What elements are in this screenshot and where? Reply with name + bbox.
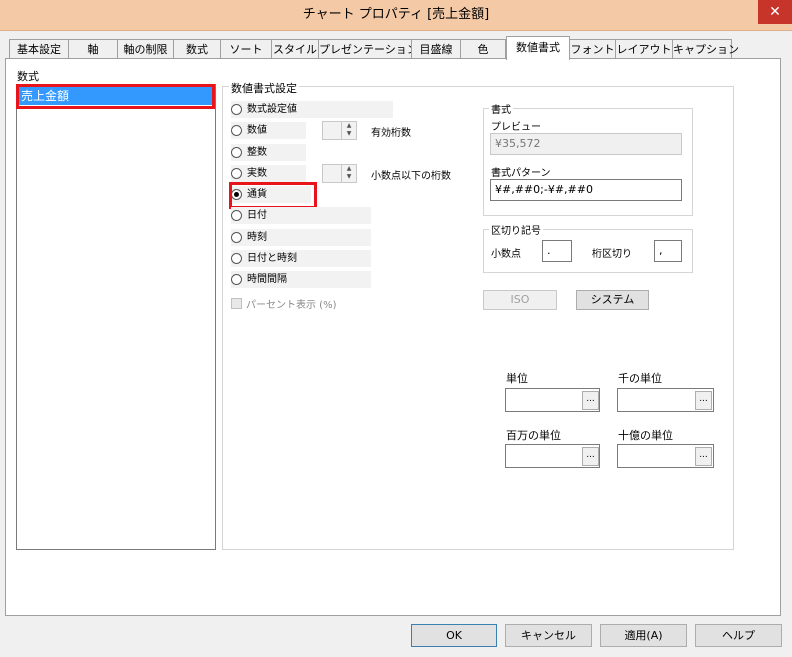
tab-number-format[interactable]: 数値書式 — [506, 36, 570, 60]
radio-integer[interactable]: 整数 — [231, 144, 306, 161]
tab-axis-limits[interactable]: 軸の制限 — [117, 39, 174, 59]
decimal-places-stepper[interactable]: ▲ ▼ — [322, 164, 357, 183]
highlight-box — [16, 84, 215, 109]
decimal-separator-input[interactable]: . — [542, 240, 572, 262]
thousands-separator-label: 桁区切り — [592, 249, 632, 260]
tab-expression[interactable]: 数式 — [173, 39, 221, 59]
highlight-box — [229, 182, 317, 209]
tab-basic-settings[interactable]: 基本設定 — [9, 39, 69, 59]
radio-button[interactable] — [231, 125, 242, 136]
significant-digits-stepper[interactable]: ▲ ▼ — [322, 121, 357, 140]
significant-digits-label: 有効桁数 — [371, 128, 411, 139]
cancel-button[interactable]: キャンセル — [505, 624, 592, 647]
tab-colors[interactable]: 色 — [460, 39, 506, 59]
window-title: チャート プロパティ [売上金額] — [302, 7, 490, 22]
pattern-label: 書式パターン — [491, 168, 551, 179]
decimal-separator-label: 小数点 — [491, 249, 521, 260]
billion-unit-label: 十億の単位 — [618, 429, 673, 442]
thousand-unit-browse-button[interactable]: ... — [695, 391, 712, 410]
radio-button[interactable] — [231, 253, 242, 264]
radio-formula-value[interactable]: 数式設定値 — [231, 101, 393, 118]
apply-button[interactable]: 適用(A) — [600, 624, 687, 647]
close-button[interactable]: ✕ — [758, 0, 792, 24]
tab-layout[interactable]: レイアウト — [615, 39, 673, 59]
expression-list[interactable] — [16, 84, 216, 550]
radio-button[interactable] — [231, 147, 242, 158]
radio-button[interactable] — [231, 232, 242, 243]
iso-button[interactable]: ISO — [483, 290, 557, 310]
tab-font[interactable]: フォント — [569, 39, 616, 59]
radio-interval[interactable]: 時間間隔 — [231, 271, 371, 288]
radio-button[interactable] — [231, 210, 242, 221]
expression-list-label: 数式 — [17, 70, 39, 83]
radio-real[interactable]: 実数 — [231, 165, 306, 182]
unit-label: 単位 — [506, 372, 528, 385]
preview-label: プレビュー — [491, 122, 541, 133]
format-pattern-input[interactable]: ¥#,##0;-¥#,##0 — [490, 179, 682, 201]
tab-style[interactable]: スタイル — [271, 39, 319, 59]
help-button[interactable]: ヘルプ — [695, 624, 782, 647]
spin-arrows[interactable]: ▲ ▼ — [341, 165, 356, 182]
million-unit-browse-button[interactable]: ... — [582, 447, 599, 466]
tab-caption[interactable]: キャプション — [672, 39, 739, 59]
radio-time[interactable]: 時刻 — [231, 229, 371, 246]
system-button[interactable]: システム — [576, 290, 649, 310]
preview-field: ¥35,572 — [490, 133, 682, 155]
separators-group-title: 区切り記号 — [489, 222, 543, 237]
billion-unit-browse-button[interactable]: ... — [695, 447, 712, 466]
tab-axis[interactable]: 軸 — [68, 39, 118, 59]
format-group-title: 書式 — [489, 101, 513, 116]
million-unit-label: 百万の単位 — [506, 429, 561, 442]
percent-label: パーセント表示 (%) — [246, 300, 337, 311]
thousand-unit-label: 千の単位 — [618, 372, 662, 385]
radio-button[interactable] — [231, 104, 242, 115]
number-format-group-title: 数値書式設定 — [229, 80, 299, 96]
close-icon: ✕ — [769, 4, 781, 20]
ok-button[interactable]: OK — [411, 624, 497, 647]
decimal-places-label: 小数点以下の桁数 — [371, 171, 451, 182]
radio-button[interactable] — [231, 168, 242, 179]
tab-sort[interactable]: ソート — [220, 39, 272, 59]
spin-arrows[interactable]: ▲ ▼ — [341, 122, 356, 139]
radio-number[interactable]: 数値 — [231, 122, 306, 139]
radio-date[interactable]: 日付 — [231, 207, 371, 224]
radio-date-time[interactable]: 日付と時刻 — [231, 250, 371, 267]
thousands-separator-input[interactable]: , — [654, 240, 682, 262]
radio-button[interactable] — [231, 274, 242, 285]
tab-presentation[interactable]: プレゼンテーション — [318, 39, 418, 59]
tab-gridlines[interactable]: 目盛線 — [411, 39, 461, 59]
percent-checkbox[interactable] — [231, 298, 242, 309]
unit-browse-button[interactable]: ... — [582, 391, 599, 410]
